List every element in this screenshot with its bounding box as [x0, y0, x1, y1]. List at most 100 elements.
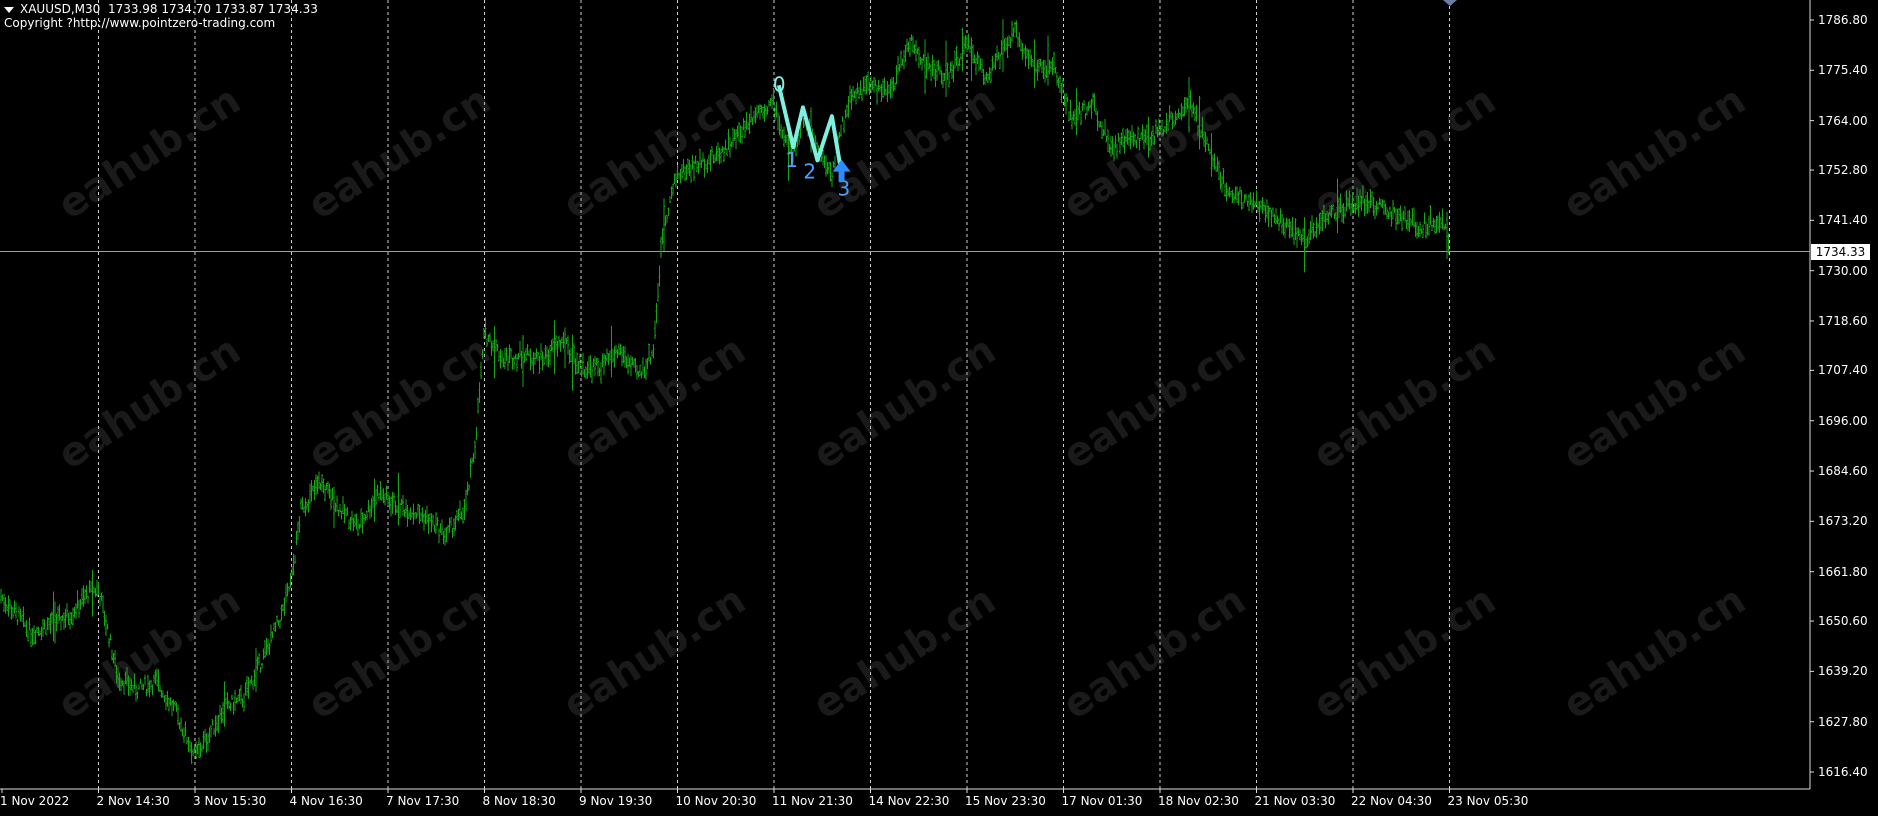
ohlc-bar	[1264, 205, 1267, 223]
ohlc-bar	[1116, 143, 1118, 159]
ohlc-bar	[1212, 154, 1214, 167]
ohlc-bar	[841, 116, 844, 122]
ohlc-bar	[250, 675, 253, 685]
ohlc-bar	[267, 638, 269, 654]
ohlc-bar	[501, 350, 503, 364]
ohlc-bar	[1438, 211, 1441, 233]
collapse-triangle-icon[interactable]	[4, 6, 14, 13]
ohlc-bar	[922, 53, 925, 62]
ohlc-bar	[907, 41, 910, 53]
price-tick-label: 1775.40	[1818, 63, 1868, 78]
ohlc-bar	[280, 604, 283, 621]
ohlc-bar	[1168, 105, 1171, 123]
ohlc-bar	[886, 81, 889, 103]
ohlc-bar	[735, 129, 737, 150]
ohlc-bar	[133, 673, 136, 690]
ohlc-bar	[76, 590, 79, 609]
ohlc-bar	[66, 603, 68, 618]
ohlc-bar	[1330, 205, 1333, 218]
ohlc-bar	[15, 602, 17, 619]
price-tick-label: 1741.40	[1818, 213, 1868, 228]
ohlc-bar	[1389, 206, 1391, 217]
ohlc-bar	[1263, 201, 1265, 211]
ohlc-bar	[856, 82, 859, 94]
ohlc-bar	[777, 112, 779, 131]
ohlc-bar	[1138, 137, 1141, 151]
ohlc-bar	[508, 344, 511, 364]
ohlc-bar	[1399, 205, 1402, 222]
ohlc-bar	[909, 37, 911, 57]
ohlc-bar	[316, 475, 319, 494]
ohlc-bar	[1297, 227, 1300, 237]
ohlc-bar	[1216, 156, 1219, 173]
ohlc-bar	[271, 631, 274, 639]
ohlc-bar	[1345, 190, 1348, 212]
ohlc-bar	[1347, 198, 1349, 208]
ohlc-bar	[969, 45, 971, 54]
ohlc-bar	[1021, 43, 1024, 60]
ohlc-bar	[717, 142, 719, 162]
ohlc-bar	[106, 623, 109, 630]
ohlc-bar	[381, 489, 383, 501]
ohlc-bar	[604, 354, 607, 366]
ohlc-bar	[364, 514, 367, 521]
ohlc-bar	[70, 612, 73, 625]
ohlc-bar	[973, 54, 976, 64]
price-chart[interactable]: 01 23	[0, 0, 1878, 816]
ohlc-bar	[1156, 126, 1159, 138]
ohlc-bar	[1057, 77, 1060, 88]
ohlc-bar	[832, 161, 835, 168]
ohlc-bar	[630, 355, 632, 377]
ohlc-bar	[361, 512, 364, 534]
ohlc-bar	[1401, 213, 1403, 232]
ohlc-bar	[36, 626, 38, 634]
ohlc-bar	[664, 215, 667, 227]
ohlc-bar	[307, 499, 310, 513]
ohlc-bar	[564, 327, 566, 369]
ohlc-bar	[1444, 223, 1447, 230]
ohlc-bar	[627, 353, 629, 375]
ohlc-bar	[1309, 221, 1312, 241]
ohlc-bar	[610, 325, 613, 378]
chart-header: XAUUSD,M30 1733.98 1734.70 1733.87 1734.…	[4, 2, 318, 30]
ohlc-bar	[1032, 59, 1034, 67]
ohlc-bar	[276, 615, 278, 623]
ohlc-bar	[901, 58, 904, 66]
ohlc-bar	[1387, 211, 1390, 220]
ohlc-bar	[402, 495, 404, 516]
ohlc-bar	[1270, 209, 1273, 228]
ohlc-bar	[543, 356, 545, 366]
ohlc-bar	[465, 489, 467, 512]
ohlc-bar	[562, 331, 565, 349]
ohlc-bar	[628, 357, 631, 367]
ohlc-bar	[678, 172, 680, 180]
ohlc-bar	[880, 83, 883, 102]
ohlc-bar	[867, 71, 869, 92]
ohlc-bar	[517, 352, 520, 360]
ohlc-bar	[214, 715, 217, 737]
ohlc-bar	[843, 119, 845, 134]
price-tick-label: 1718.60	[1818, 313, 1868, 328]
ohlc-bar	[187, 736, 190, 753]
ohlc-bar	[1371, 191, 1373, 206]
ohlc-bar	[496, 344, 499, 351]
ohlc-bar	[1210, 132, 1213, 177]
ohlc-bar	[1111, 136, 1114, 155]
ohlc-bar	[1026, 47, 1028, 59]
ohlc-bar	[493, 326, 496, 379]
ohlc-bar	[117, 667, 119, 688]
ohlc-bar	[183, 727, 185, 743]
ohlc-bar	[261, 662, 263, 669]
ohlc-bar	[507, 355, 509, 371]
ohlc-bar	[1071, 114, 1073, 130]
ohlc-bar	[700, 159, 703, 168]
ohlc-bar	[124, 671, 127, 685]
ohlc-bar	[1252, 192, 1255, 210]
ohlc-bar	[523, 352, 526, 363]
ohlc-bar	[753, 110, 755, 122]
ohlc-bar	[486, 338, 488, 347]
ohlc-bar	[852, 86, 854, 102]
ohlc-bar	[1069, 99, 1072, 120]
ohlc-bar	[1005, 37, 1007, 51]
ohlc-bar	[73, 606, 76, 618]
